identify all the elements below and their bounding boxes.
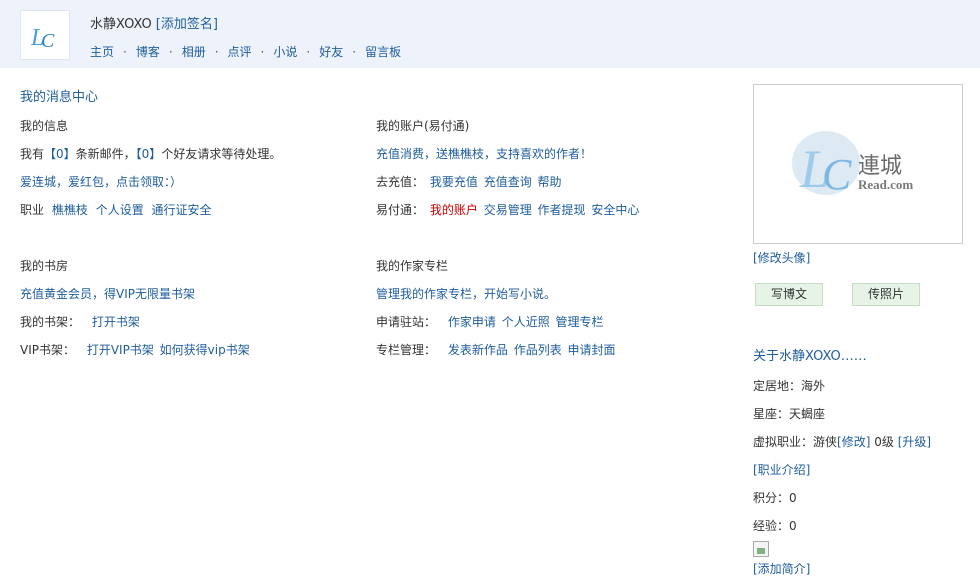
nav-separator: · bbox=[260, 45, 265, 59]
nav-separator: · bbox=[123, 45, 127, 59]
messages-text-mid: 条新邮件， bbox=[75, 147, 136, 161]
column-manage-line: 专栏管理： 发表新作品 作品列表 申请封面 bbox=[376, 342, 616, 358]
author-withdraw-link[interactable]: 作者提现 bbox=[538, 203, 586, 217]
job-intro-link[interactable]: [职业介绍] bbox=[753, 462, 810, 478]
nav-separator: · bbox=[306, 45, 311, 59]
avatar-logo-text: 連城 bbox=[858, 154, 902, 179]
location-line: 定居地：海外 bbox=[753, 378, 825, 394]
personal-settings-link[interactable]: 个人设置 bbox=[96, 203, 144, 217]
about-title: 关于水静XOXO…… bbox=[753, 349, 867, 364]
virtual-job-value: 游侠 bbox=[813, 435, 838, 449]
open-vip-bookshelf-link[interactable]: 打开VIP书架 bbox=[87, 343, 154, 357]
apply-cover-link[interactable]: 申请封面 bbox=[568, 343, 616, 357]
open-bookshelf-link[interactable]: 打开书架 bbox=[92, 315, 140, 329]
edit-avatar-link[interactable]: [修改头像] bbox=[753, 250, 810, 266]
yifutong-label: 易付通： bbox=[376, 203, 425, 217]
site-logo[interactable]: L C bbox=[20, 10, 70, 60]
job-label: 职业 bbox=[20, 203, 45, 217]
manage-column-promo-link[interactable]: 管理我的作家专栏，开始写小说。 bbox=[376, 286, 556, 302]
upload-photo-button[interactable]: 传照片 bbox=[852, 283, 920, 306]
apply-label: 申请驻站： bbox=[376, 315, 437, 329]
friend-request-count-link[interactable]: 【0】 bbox=[136, 147, 162, 161]
location-value: 海外 bbox=[801, 379, 826, 393]
works-list-link[interactable]: 作品列表 bbox=[514, 343, 562, 357]
points-value: 0 bbox=[789, 491, 797, 505]
gold-member-promo-link[interactable]: 充值黄金会员，得VIP无限量书架 bbox=[20, 286, 195, 302]
info-messages-line: 我有【0】条新邮件，【0】个好友请求等待处理。 bbox=[20, 146, 281, 162]
username: 水静XOXO bbox=[90, 17, 152, 32]
svg-text:C: C bbox=[822, 150, 852, 199]
write-blog-button[interactable]: 写博文 bbox=[755, 283, 823, 306]
recharge-label: 去充值： bbox=[376, 175, 425, 189]
publish-new-work-link[interactable]: 发表新作品 bbox=[448, 343, 508, 357]
page-title: 我的消息中心 bbox=[20, 90, 99, 105]
recharge-query-link[interactable]: 充值查询 bbox=[484, 175, 532, 189]
messages-text-pre: 我有 bbox=[20, 147, 45, 161]
transaction-management-link[interactable]: 交易管理 bbox=[484, 203, 532, 217]
column-manage-label: 专栏管理： bbox=[376, 343, 437, 357]
zodiac-value: 天蝎座 bbox=[789, 407, 826, 421]
yifutong-line: 易付通： 我的账户 交易管理 作者提现 安全中心 bbox=[376, 202, 639, 218]
passport-security-link[interactable]: 通行证安全 bbox=[152, 203, 212, 217]
experience-label: 经验： bbox=[753, 519, 790, 533]
manage-column-link[interactable]: 管理专栏 bbox=[556, 315, 604, 329]
my-account-link[interactable]: 我的账户 bbox=[430, 203, 478, 217]
nav-guestbook[interactable]: 留言板 bbox=[365, 45, 401, 59]
upgrade-link[interactable]: [升级] bbox=[898, 435, 931, 449]
apply-line: 申请驻站： 作家申请 个人近照 管理专栏 bbox=[376, 314, 604, 330]
avatar[interactable]: L C 連城 Read.com bbox=[753, 84, 963, 244]
experience-line: 经验：0 bbox=[753, 518, 797, 534]
main-nav: 主页 · 博客 · 相册 · 点评 · 小说 · 好友 · 留言板 bbox=[90, 43, 401, 60]
nav-album[interactable]: 相册 bbox=[182, 45, 206, 59]
avatar-logo-sub: Read.com bbox=[858, 177, 913, 192]
job-line: 职业 樵樵枝 个人设置 通行证安全 bbox=[20, 202, 212, 218]
recharge-promo-link[interactable]: 充值消费，送樵樵枝，支持喜欢的作者！ bbox=[376, 146, 592, 162]
edit-job-link[interactable]: [修改] bbox=[837, 435, 870, 449]
nav-home[interactable]: 主页 bbox=[90, 45, 114, 59]
points-line: 积分：0 bbox=[753, 490, 797, 506]
red-packet-promo-link[interactable]: 爱连城，爱红包，点击领取：） bbox=[20, 174, 182, 190]
recharge-line: 去充值： 我要充值 充值查询 帮助 bbox=[376, 174, 562, 190]
lc-logo-icon: L C bbox=[30, 25, 55, 52]
nav-blog[interactable]: 博客 bbox=[136, 45, 160, 59]
location-label: 定居地： bbox=[753, 379, 802, 393]
help-link[interactable]: 帮助 bbox=[538, 175, 562, 189]
job-level: 0级 bbox=[874, 435, 894, 449]
nav-separator: · bbox=[214, 45, 219, 59]
account-heading: 我的账户(易付通) bbox=[376, 119, 470, 133]
author-heading: 我的作家专栏 bbox=[376, 259, 449, 273]
nav-friends[interactable]: 好友 bbox=[319, 45, 343, 59]
virtual-job-line: 虚拟职业：游侠[修改] 0级 [升级] bbox=[753, 434, 931, 450]
personal-photo-link[interactable]: 个人近照 bbox=[502, 315, 550, 329]
user-line: 水静XOXO [添加签名] bbox=[90, 13, 218, 32]
nav-novel[interactable]: 小说 bbox=[273, 45, 297, 59]
header: L C 水静XOXO [添加签名] 主页 · 博客 · 相册 · 点评 · 小说 · 好友 · 留言板 bbox=[0, 0, 980, 68]
author-apply-link[interactable]: 作家申请 bbox=[448, 315, 496, 329]
qiaoqiaozhi-link[interactable]: 樵樵枝 bbox=[52, 203, 88, 217]
recharge-link[interactable]: 我要充值 bbox=[430, 175, 478, 189]
bookshelf-line: 我的书架： 打开书架 bbox=[20, 314, 140, 330]
zodiac-line: 星座：天蝎座 bbox=[753, 406, 825, 422]
study-heading: 我的书房 bbox=[20, 259, 69, 273]
add-signature-link[interactable]: [添加签名] bbox=[156, 17, 218, 32]
points-label: 积分： bbox=[753, 491, 790, 505]
get-vip-bookshelf-link[interactable]: 如何获得vip书架 bbox=[160, 343, 250, 357]
zodiac-label: 星座： bbox=[753, 407, 790, 421]
vip-bookshelf-line: VIP书架： 打开VIP书架 如何获得vip书架 bbox=[20, 342, 250, 358]
virtual-job-label: 虚拟职业： bbox=[753, 435, 814, 449]
bookshelf-label: 我的书架： bbox=[20, 315, 81, 329]
add-intro-link[interactable]: [添加简介] bbox=[753, 561, 810, 577]
messages-text-post: 个好友请求等待处理。 bbox=[161, 147, 282, 161]
broken-image-icon bbox=[753, 541, 769, 557]
vip-bookshelf-label: VIP书架： bbox=[20, 343, 75, 357]
lianchengread-logo-icon: L C 連城 Read.com bbox=[792, 131, 913, 199]
info-heading: 我的信息 bbox=[20, 119, 69, 133]
nav-separator: · bbox=[352, 45, 357, 59]
nav-review[interactable]: 点评 bbox=[228, 45, 252, 59]
security-center-link[interactable]: 安全中心 bbox=[591, 203, 639, 217]
experience-value: 0 bbox=[789, 519, 797, 533]
mail-count-link[interactable]: 【0】 bbox=[44, 147, 76, 161]
svg-text:C: C bbox=[41, 30, 55, 52]
nav-separator: · bbox=[168, 45, 173, 59]
